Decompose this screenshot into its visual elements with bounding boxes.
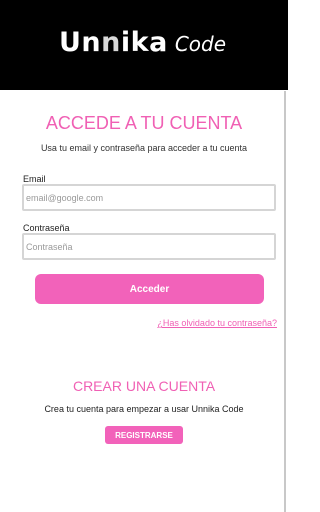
logo-subtitle: Code [174,32,227,56]
login-subtitle: Usa tu email y contraseña para acceder a… [40,143,248,153]
email-label: Email [23,174,46,184]
logo-brand-part-1: Un [59,27,102,58]
password-field[interactable] [22,233,276,260]
password-label: Contraseña [23,223,70,233]
logo-brand-part-2: n [101,27,121,58]
login-button[interactable]: Acceder [35,274,264,304]
register-button[interactable]: REGISTRARSE [105,426,183,444]
logo-brand-part-3: ika [120,27,168,58]
unnika-code-logo: Unnika Code [59,27,226,61]
login-title: ACCEDE A TU CUENTA [45,113,243,133]
forgot-password-link[interactable]: ¿Has olvidado tu contraseña? [157,318,277,328]
register-subtitle: Crea tu cuenta para empezar a usar Unnik… [44,404,244,414]
logo-brand: Unnika [59,27,168,58]
register-title: CREAR UNA CUENTA [72,378,216,394]
scrollbar-track[interactable] [284,91,286,512]
app-header: Unnika Code [0,0,288,90]
email-field[interactable] [22,184,276,211]
